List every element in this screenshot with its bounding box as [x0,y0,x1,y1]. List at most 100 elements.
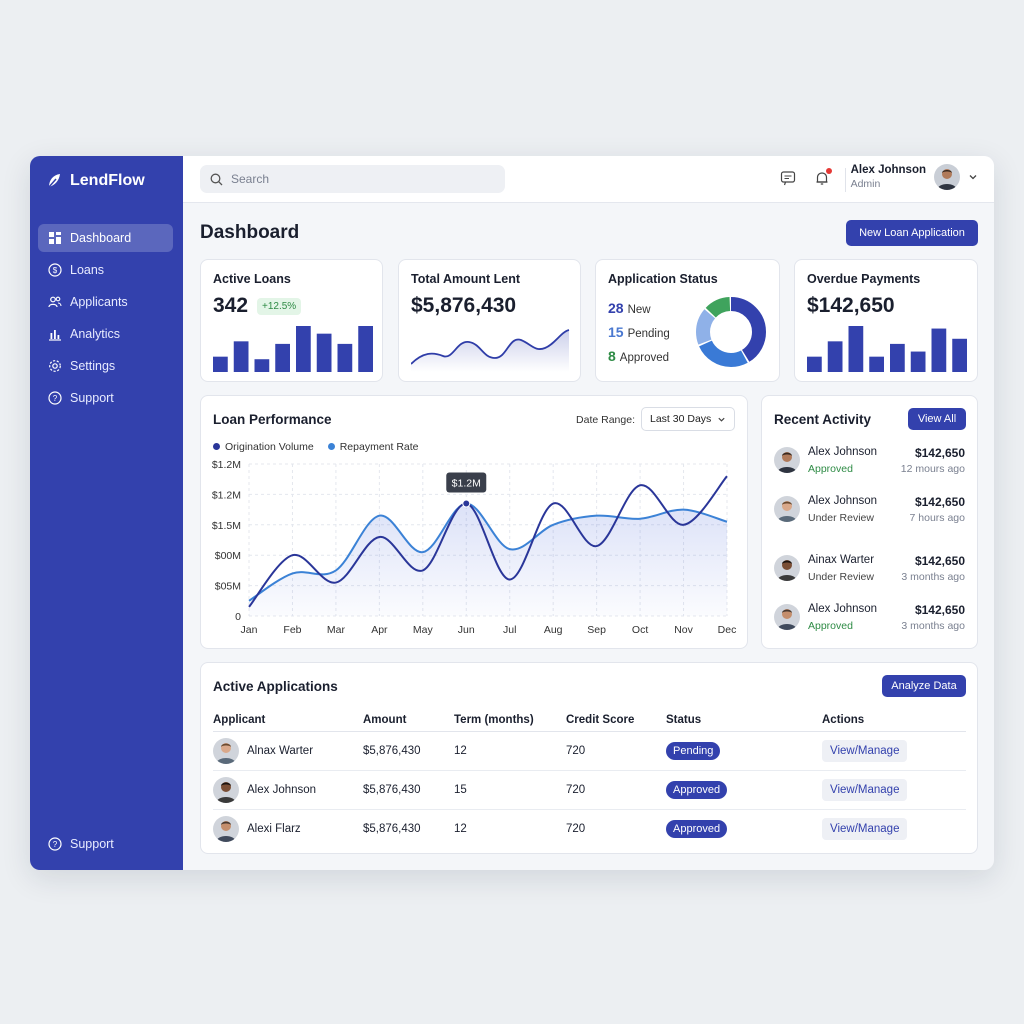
app-window: LendFlow Dashboard $ Loans Applicants An… [30,156,994,870]
help-icon: ? [48,837,62,851]
legend-dot [213,443,220,450]
svg-text:?: ? [53,840,58,849]
activity-item[interactable]: Alex Johnson Approved $142,650 12 mours ago [774,444,965,480]
new-loan-application-button[interactable]: New Loan Application [846,220,978,246]
x-tick-label: Dec [718,624,737,636]
analyze-data-button[interactable]: Analyze Data [882,675,966,697]
svg-text:?: ? [53,394,58,403]
x-tick-label: Jun [458,624,475,636]
applicant-name: Alexi Flarz [247,822,301,835]
sidebar-item-label: Support [70,837,114,851]
actions-cell: View/Manage [822,731,966,771]
total-amount-sparkline [411,329,570,372]
column-header: Credit Score [566,709,666,732]
card-title: Active Loans [213,272,291,286]
sidebar-item-loans[interactable]: $ Loans [38,256,173,284]
activity-name: Ainax Warter [808,554,875,566]
active-applications-card: Active Applications Analyze Data Applica… [200,662,978,854]
sidebar-item-settings[interactable]: Settings [38,352,173,380]
activity-item[interactable]: Ainax Warter Under Review $142,650 3 months… [774,552,965,588]
sidebar-item-label: Support [70,391,114,405]
date-range-select[interactable]: Last 30 Days [641,407,735,431]
message-icon[interactable] [780,170,796,186]
activity-status: Approved [808,620,853,632]
chevron-down-icon [969,175,977,180]
view-manage-button[interactable]: View/Manage [822,817,908,840]
y-tick-label: $1.2M [212,459,241,471]
status-count: 8 [608,348,616,364]
status-label: Pending [627,328,670,340]
total-amount-value: $5,876,430 [411,294,517,317]
card-title: Loan Performance [213,412,332,427]
column-header: Applicant [213,709,363,732]
activity-name: Alex Johnson [808,446,878,458]
sidebar-item-dashboard[interactable]: Dashboard [38,224,173,252]
users-icon [48,296,62,308]
amount-cell: $5,876,430 [363,822,421,835]
view-manage-button[interactable]: View/Manage [822,739,908,762]
page-title: Dashboard [200,222,300,243]
sidebar-item-support[interactable]: ? Support [38,384,173,412]
highlight-point[interactable] [462,499,471,508]
credit-score-cell: 720 [566,822,586,835]
applicant-name: Alnax Warter [247,744,314,757]
table-row: Alex Johnson $5,876,430 15 720 Approved View/… [213,770,966,810]
status-badge: Approved [666,819,728,838]
amount-cell: $5,876,430 [363,731,454,771]
sidebar-item-label: Loans [70,263,105,277]
table-row: Alnax Warter $5,876,430 12 720 Pending View/M… [213,731,966,771]
actions-cell: View/Manage [822,809,966,848]
user-role: Admin [850,178,881,190]
sidebar-item-analytics[interactable]: Analytics [38,320,173,348]
avatar [774,496,800,522]
user-menu[interactable]: Alex Johnson Admin [851,164,978,190]
column-header: Term (months) [454,709,566,732]
status-cell: Approved [666,809,822,848]
sidebar-item-label: Analytics [70,327,121,341]
search-box[interactable] [200,165,505,193]
status-label: Approved [619,352,670,364]
activity-status: Approved [808,463,853,475]
app-name: LendFlow [70,172,145,189]
activity-time: 7 hours ago [909,512,965,524]
avatar [934,164,960,190]
term-cell: 15 [454,770,566,810]
sidebar-item-label: Settings [70,359,116,373]
bar [890,343,905,372]
card-title: Total Amount Lent [411,272,521,286]
bar [952,338,967,372]
logo[interactable]: LendFlow [46,172,145,190]
view-all-button[interactable]: View All [908,408,966,430]
sidebar-item-applicants[interactable]: Applicants [38,288,173,316]
status-label: New [627,304,651,316]
help-icon: ? [48,391,62,405]
table-header-row: Applicant Amount Term (months) Credit Sc… [213,709,966,732]
column-header: Status [666,709,822,732]
bar [931,328,947,372]
applicant-cell: Alnax Warter [213,731,363,771]
leaf-logo-icon [48,174,60,188]
sidebar-item-label: Applicants [70,295,128,309]
bar [910,351,926,372]
search-input[interactable] [231,172,481,186]
notification-dot [826,168,832,174]
x-tick-label: Jan [241,624,258,636]
activity-time: 12 mours ago [900,463,965,475]
bar [848,326,864,372]
chart-legend: Origination Volume Repayment Rate [213,441,419,453]
overdue-bar-chart [807,326,967,372]
search-icon [210,173,223,185]
grid-icon [49,232,61,244]
bar-chart-icon [49,330,61,341]
y-tick-label: $00M [215,550,241,562]
dollar-icon: $ [48,263,62,277]
view-manage-button[interactable]: View/Manage [822,778,908,801]
overdue-value: $142,650 [807,294,895,317]
activity-item[interactable]: Alex Johnson Approved $142,650 3 months ago [774,601,965,637]
amount-cell: $5,876,430 [363,770,454,810]
notification-button[interactable] [814,168,832,186]
column-header: Actions [822,709,966,732]
sidebar-footer-support[interactable]: ? Support [38,830,173,858]
activity-item[interactable]: Alex Johnson Under Review $142,650 7 hours … [774,493,965,529]
activity-amount: $142,650 [914,446,965,460]
